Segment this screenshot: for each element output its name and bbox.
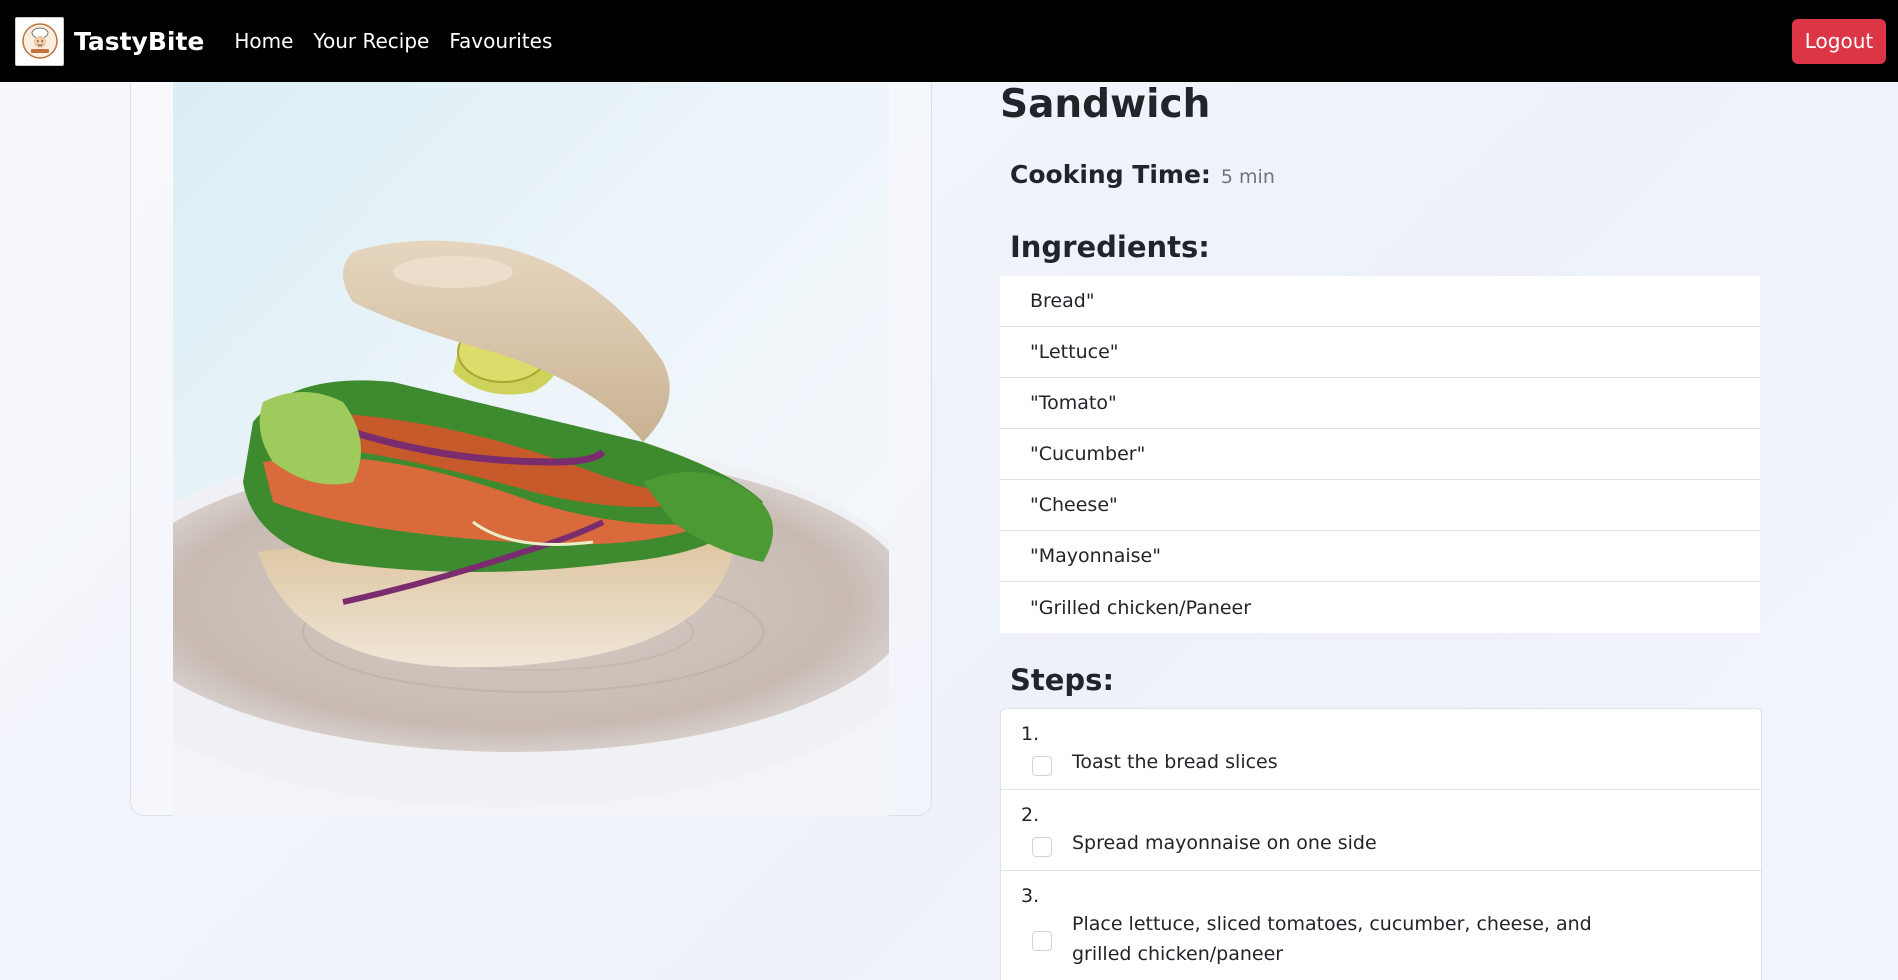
step-checkbox[interactable] (1032, 931, 1052, 951)
sandwich-photo (173, 82, 889, 816)
step-item: 2. Spread mayonnaise on one side (1001, 790, 1761, 871)
step-text: Place lettuce, sliced tomatoes, cucumber… (1072, 913, 1592, 965)
step-row: Toast the bread slices (1021, 751, 1741, 777)
ingredient-item: "Lettuce" (1000, 327, 1760, 378)
recipe-title: Sandwich (1000, 82, 1211, 127)
ingredient-item: "Mayonnaise" (1000, 531, 1760, 582)
recipe-image (173, 82, 889, 816)
nav-link-home[interactable]: Home (234, 29, 293, 53)
nav-link-favourites[interactable]: Favourites (449, 29, 552, 53)
cooking-time-label: Cooking Time: (1010, 160, 1211, 189)
ingredient-item: "Grilled chicken/Paneer (1000, 582, 1760, 633)
logout-button[interactable]: Logout (1792, 18, 1886, 64)
step-text: Toast the bread slices (1072, 751, 1278, 773)
ingredient-item: "Cheese" (1000, 480, 1760, 531)
step-checkbox[interactable] (1032, 837, 1052, 857)
ingredient-item: "Cucumber" (1000, 429, 1760, 480)
navbar: TastyBite Home Your Recipe Favourites Lo… (0, 0, 1898, 82)
cooking-time-value: 5 min (1220, 166, 1275, 188)
step-checkbox[interactable] (1032, 756, 1052, 776)
brand-name[interactable]: TastyBite (74, 27, 204, 56)
nav-link-your-recipe[interactable]: Your Recipe (313, 29, 429, 53)
step-text: Spread mayonnaise on one side (1072, 832, 1377, 854)
cooking-time: Cooking Time: 5 min (1010, 160, 1275, 189)
step-item: 3. Place lettuce, sliced tomatoes, cucum… (1001, 871, 1761, 980)
step-number: 2. (1021, 804, 1040, 826)
chef-logo-icon (21, 23, 58, 59)
ingredient-item: Bread" (1000, 276, 1760, 327)
ingredient-item: "Tomato" (1000, 378, 1760, 429)
step-number: 3. (1021, 885, 1040, 907)
step-number: 1. (1021, 723, 1040, 745)
step-item: 1. Toast the bread slices (1001, 709, 1761, 790)
step-row: Spread mayonnaise on one side (1021, 832, 1741, 858)
step-row: Place lettuce, sliced tomatoes, cucumber… (1021, 913, 1741, 969)
steps-heading: Steps: (1010, 663, 1115, 697)
ingredients-heading: Ingredients: (1010, 230, 1210, 264)
brand-logo[interactable] (15, 16, 64, 66)
steps-list: 1. Toast the bread slices 2. Spread mayo… (1000, 708, 1762, 980)
ingredients-list: Bread" "Lettuce" "Tomato" "Cucumber" "Ch… (1000, 276, 1760, 633)
